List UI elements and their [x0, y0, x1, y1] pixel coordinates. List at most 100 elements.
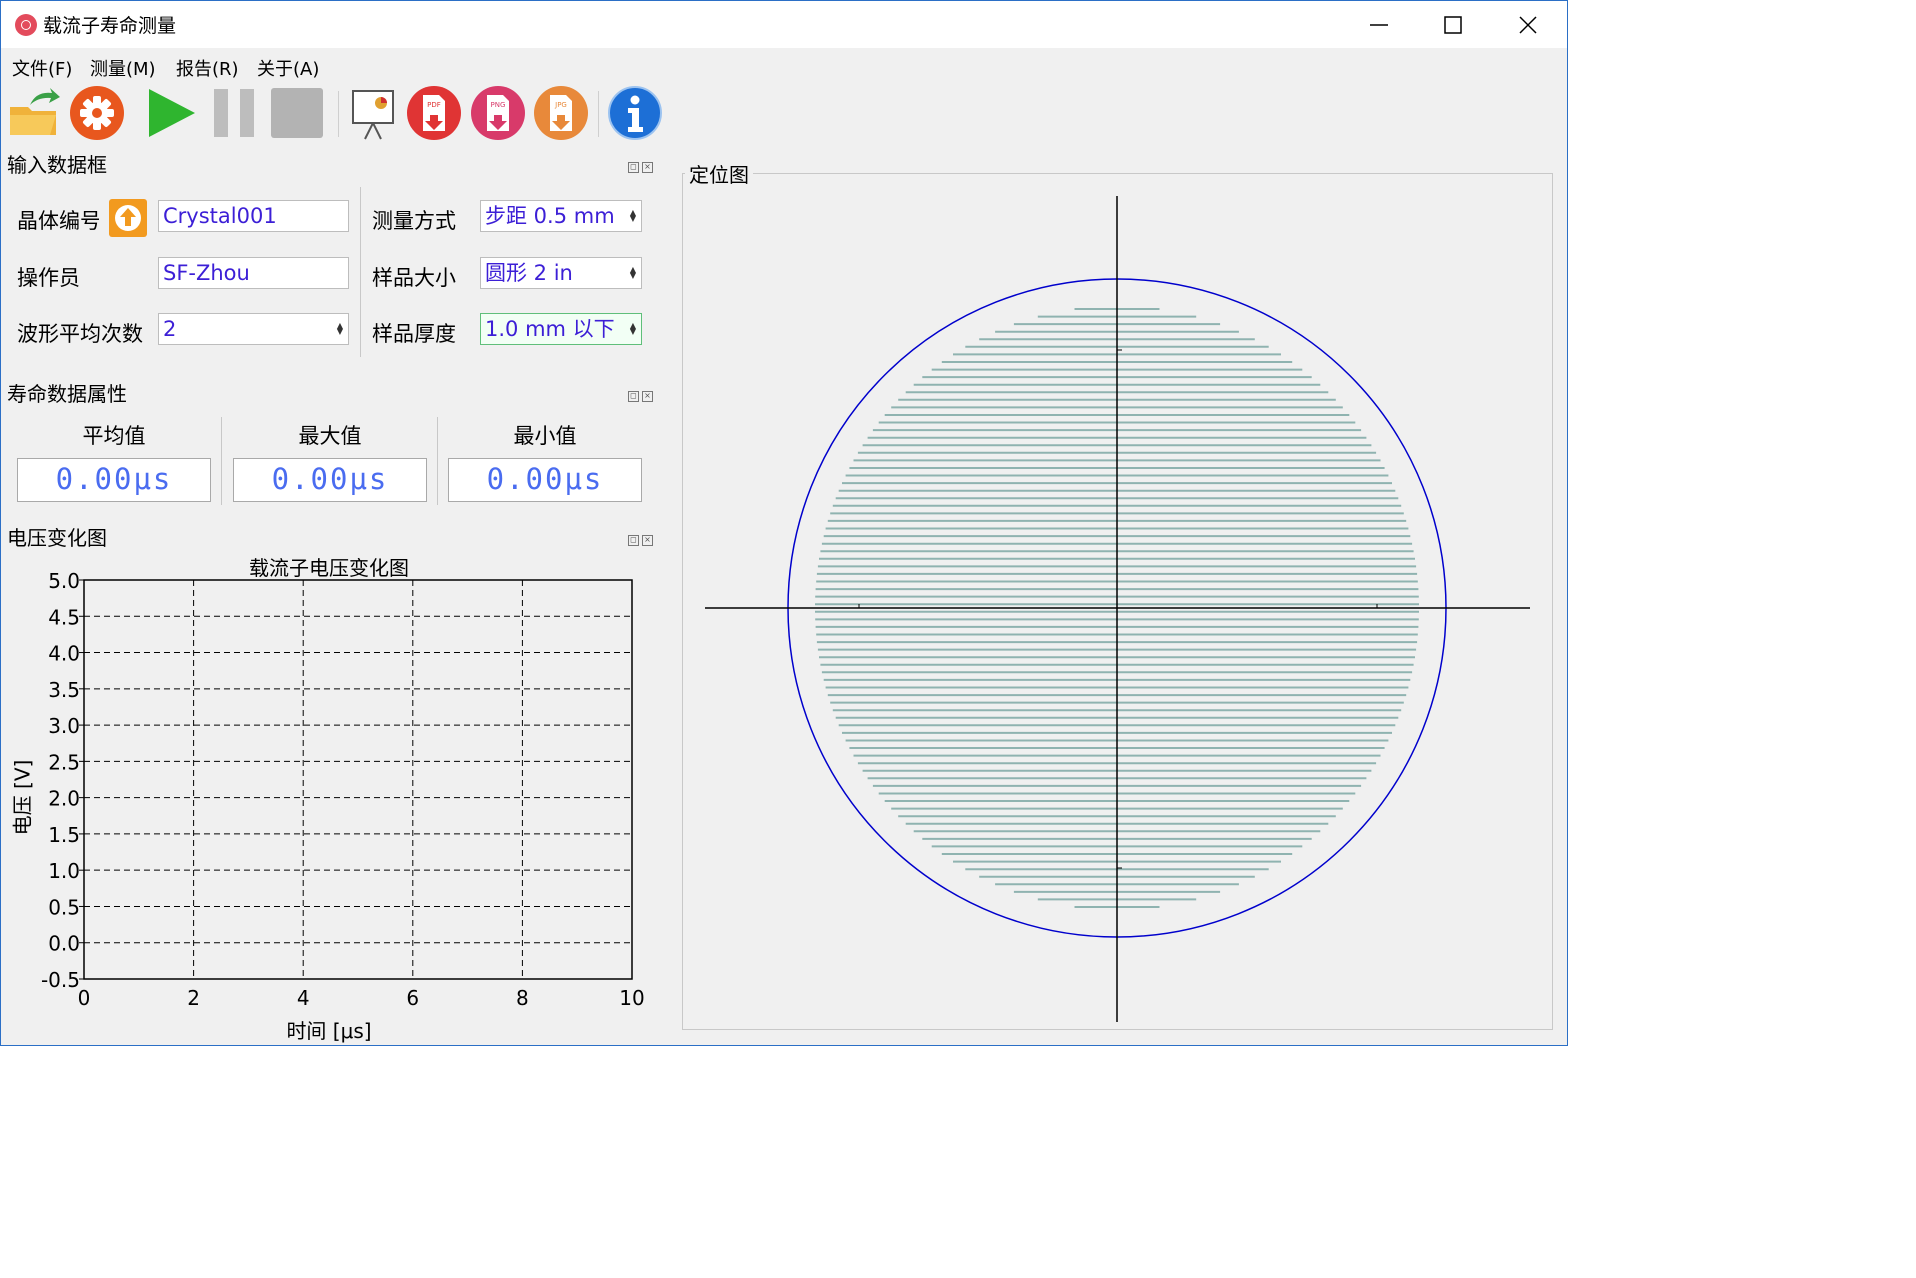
dropdown-arrows-icon: ▲ ▼	[629, 321, 636, 336]
settings-gear-icon	[70, 86, 124, 140]
close-icon[interactable]: ×	[642, 535, 653, 546]
voltage-chart-area: 5.0 4.5 4.0 3.5 3.0 2.5 2.0 1.5 1.0 0.5 0.0 -0.5 0 2…	[3, 549, 655, 1043]
toolbar: PDF PNG JPG	[1, 81, 1567, 145]
float-icon[interactable]: ◻	[628, 391, 639, 402]
export-pdf-button[interactable]: PDF	[406, 85, 462, 141]
info-icon	[608, 86, 662, 140]
close-icon[interactable]: ×	[642, 391, 653, 402]
chart-y-tick-label: 5.0	[48, 569, 80, 593]
upload-arrow-icon	[115, 205, 141, 231]
chart-x-tick-label: 8	[516, 986, 529, 1010]
open-button[interactable]	[6, 85, 62, 141]
sample-size-select[interactable]: 圆形 2 in ▲ ▼	[480, 257, 642, 289]
chart-y-axis-label: 电压 [V]	[10, 759, 35, 836]
pdf-badge-text: PDF	[427, 101, 441, 109]
close-icon[interactable]: ×	[642, 162, 653, 173]
input-panel-header: 输入数据框 ◻ ×	[1, 146, 657, 177]
close-button[interactable]	[1491, 1, 1565, 48]
voltage-chart: 5.0 4.5 4.0 3.5 3.0 2.5 2.0 1.5 1.0 0.5 0.0 -0.5 0 2…	[41, 569, 645, 1010]
measure-method-select[interactable]: 步距 0.5 mm ▲ ▼	[480, 200, 642, 232]
waveform-average-label: 波形平均次数	[17, 322, 143, 346]
min-label: 最小值	[513, 424, 577, 448]
input-panel-title: 输入数据框	[7, 153, 107, 177]
min-value: 0.00μs	[448, 458, 642, 502]
chart-y-tick-label: 0.0	[48, 932, 80, 956]
jpg-badge-text: JPG	[554, 101, 567, 109]
play-icon	[149, 89, 195, 137]
operator-input[interactable]: SF-Zhou	[158, 257, 349, 289]
chart-y-tick-label: 4.0	[48, 642, 80, 666]
maximize-icon	[1444, 16, 1462, 34]
chart-y-tick-label: 1.0	[48, 859, 80, 883]
max-label: 最大值	[298, 424, 362, 448]
chart-x-tick-label: 10	[619, 986, 644, 1010]
about-button[interactable]	[607, 85, 663, 141]
chart-y-tick-label: 2.5	[48, 750, 80, 774]
operator-label: 操作员	[17, 266, 80, 290]
chart-y-tick-label: 2.0	[48, 787, 80, 811]
chart-x-tick-label: 6	[406, 986, 419, 1010]
menu-file[interactable]: 文件(F)	[12, 55, 72, 81]
app-logo-icon	[15, 14, 37, 36]
chart-x-tick-label: 2	[187, 986, 200, 1010]
average-label: 平均值	[82, 424, 146, 448]
chart-y-tick-label: 4.5	[48, 605, 80, 629]
stop-button[interactable]	[269, 85, 325, 141]
window-title: 载流子寿命测量	[43, 15, 177, 37]
average-value: 0.00μs	[17, 458, 211, 502]
settings-button[interactable]	[69, 85, 125, 141]
input-panel-controls[interactable]: ◻ ×	[625, 154, 653, 173]
spin-arrows-icon[interactable]: ▲ ▼	[337, 322, 343, 336]
stats-panel-controls[interactable]: ◻ ×	[625, 383, 653, 402]
export-jpg-icon: JPG	[534, 86, 588, 140]
export-png-button[interactable]: PNG	[470, 85, 526, 141]
menu-measure[interactable]: 测量(M)	[90, 55, 156, 81]
menu-about[interactable]: 关于(A)	[257, 55, 319, 81]
sample-thickness-value: 1.0 mm 以下	[485, 317, 615, 341]
menu-bar: 文件(F) 测量(M) 报告(R) 关于(A)	[1, 49, 1567, 81]
crystal-id-label: 晶体编号	[17, 209, 99, 233]
chart-y-tick-label: 0.5	[48, 895, 80, 919]
voltage-panel-title: 电压变化图	[7, 526, 107, 550]
export-png-icon: PNG	[471, 86, 525, 140]
waveform-average-spinbox[interactable]: 2 ▲ ▼	[158, 313, 349, 345]
sample-size-value: 圆形 2 in	[485, 261, 573, 285]
png-badge-text: PNG	[491, 101, 506, 109]
chart-y-tick-label: 3.5	[48, 678, 80, 702]
pause-button[interactable]	[207, 85, 263, 141]
voltage-panel-controls[interactable]: ◻ ×	[625, 527, 653, 546]
toolbar-separator	[338, 91, 339, 137]
measure-method-label: 测量方式	[372, 209, 456, 233]
crystal-id-input[interactable]: Crystal001	[158, 200, 349, 232]
export-jpg-button[interactable]: JPG	[533, 85, 589, 141]
input-divider	[360, 187, 361, 357]
sample-thickness-select[interactable]: 1.0 mm 以下 ▲ ▼	[480, 313, 642, 345]
pause-icon	[214, 89, 254, 137]
minimize-icon	[1370, 24, 1388, 26]
sample-size-label: 样品大小	[372, 266, 456, 290]
chart-y-tick-label: -0.5	[41, 968, 80, 992]
load-crystal-button[interactable]	[109, 199, 147, 237]
float-icon[interactable]: ◻	[628, 535, 639, 546]
close-icon	[1519, 16, 1537, 34]
toolbar-separator	[598, 91, 599, 137]
stop-icon	[271, 88, 323, 138]
float-icon[interactable]: ◻	[628, 162, 639, 173]
voltage-panel-header: 电压变化图 ◻ ×	[1, 519, 657, 550]
report-button[interactable]	[345, 85, 401, 141]
stats-panel-title: 寿命数据属性	[7, 382, 127, 406]
sample-thickness-label: 样品厚度	[372, 322, 456, 346]
max-value: 0.00μs	[233, 458, 427, 502]
chart-x-tick-label: 4	[297, 986, 310, 1010]
minimize-button[interactable]	[1342, 1, 1416, 48]
export-pdf-icon: PDF	[407, 86, 461, 140]
title-bar: 载流子寿命测量	[1, 1, 1567, 48]
chart-y-tick-label: 1.5	[48, 823, 80, 847]
measure-method-value: 步距 0.5 mm	[485, 204, 615, 228]
start-button[interactable]	[143, 85, 199, 141]
position-map-canvas[interactable]	[683, 174, 1552, 1029]
maximize-button[interactable]	[1416, 1, 1490, 48]
chart-x-axis-label: 时间 [μs]	[286, 1019, 372, 1043]
menu-report[interactable]: 报告(R)	[176, 55, 239, 81]
app-window: 载流子寿命测量 文件(F) 测量(M) 报告(R) 关于(A) PDF PNG …	[0, 0, 1568, 1046]
